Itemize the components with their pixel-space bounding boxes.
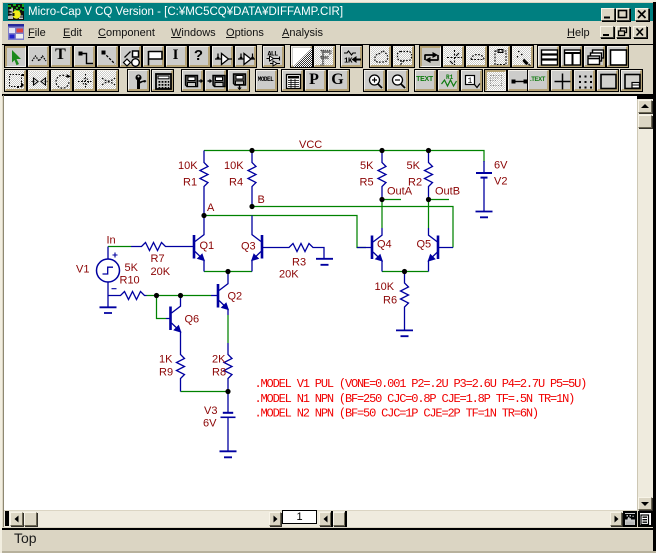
svg-text:R1: R1: [446, 74, 454, 81]
svg-text:1K: 1K: [344, 57, 353, 65]
svg-text:1: 1: [468, 77, 473, 86]
